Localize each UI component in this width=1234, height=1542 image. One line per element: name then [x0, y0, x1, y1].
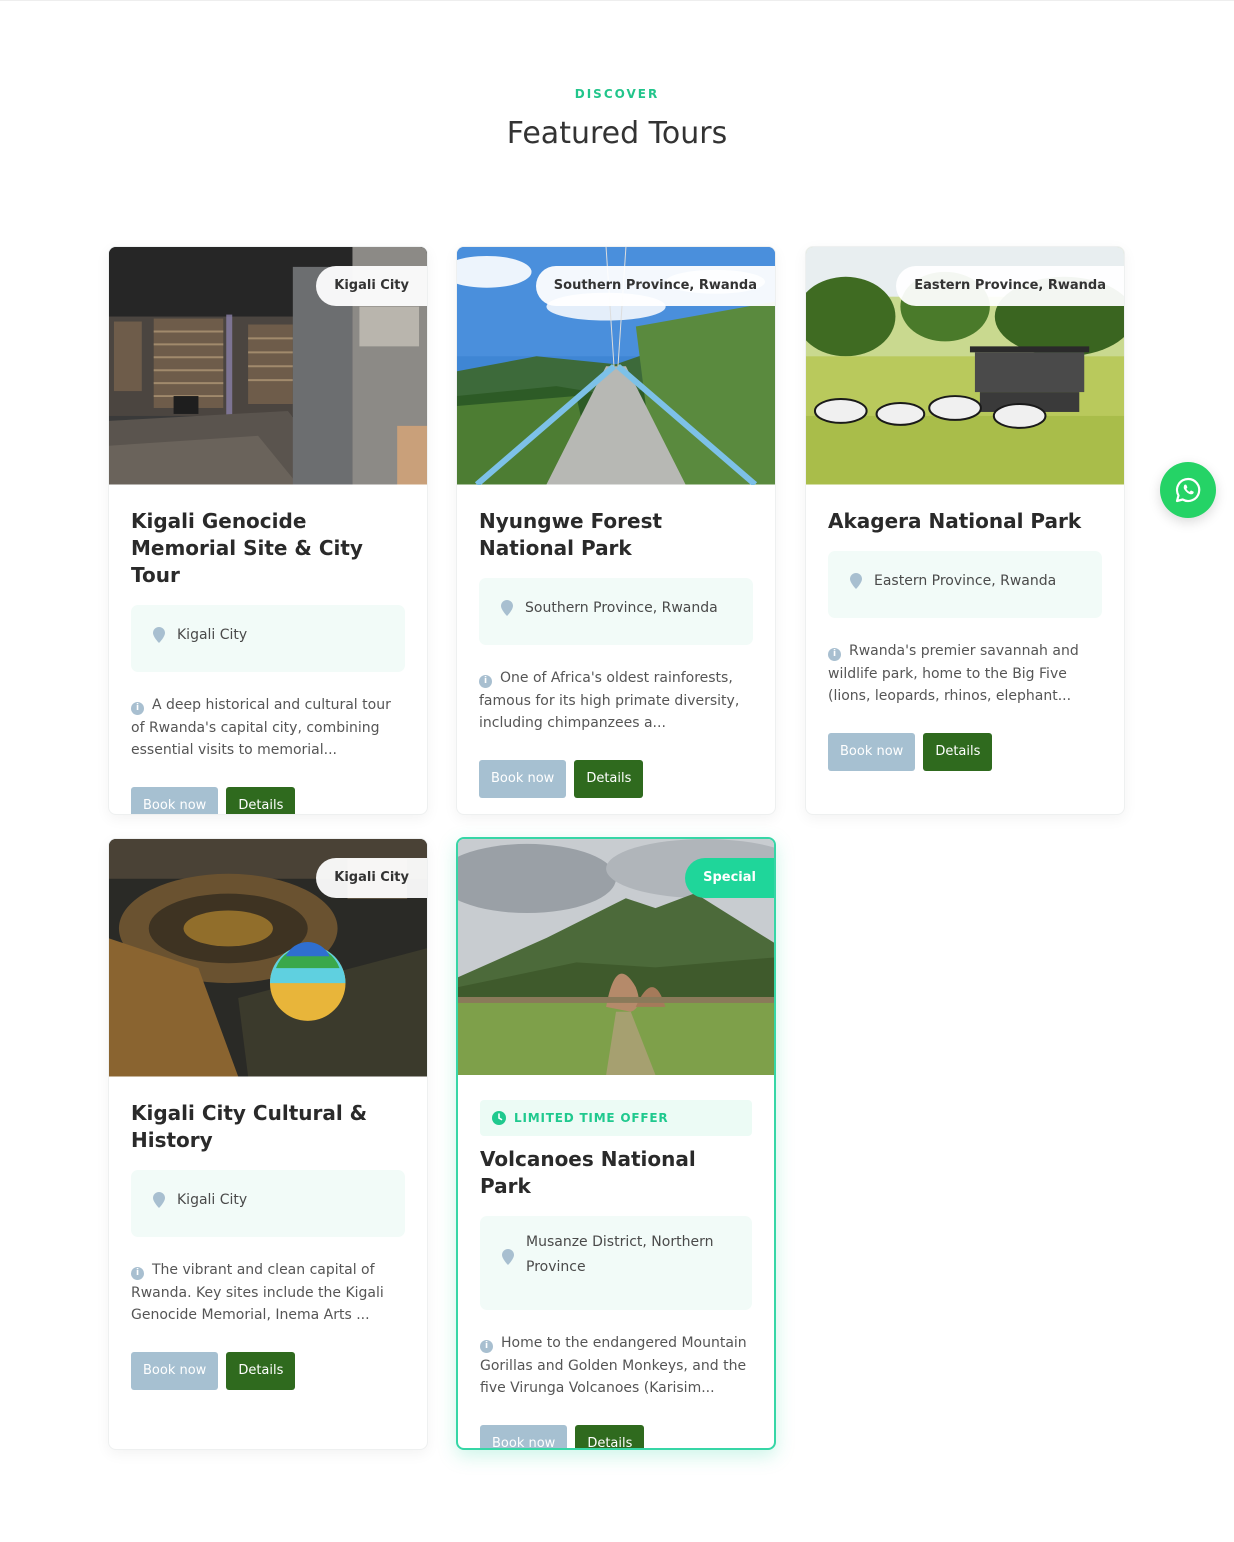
map-pin-icon	[501, 600, 513, 616]
tour-title[interactable]: Volcanoes National Park	[480, 1146, 752, 1200]
tour-image[interactable]: Southern Province, Rwanda	[457, 247, 775, 486]
special-badge: Special	[685, 858, 774, 898]
tour-card-akagera: Eastern Province, Rwanda Akagera Nationa…	[805, 246, 1125, 815]
tour-image[interactable]: Kigali City	[109, 247, 427, 486]
info-icon: i	[480, 1340, 493, 1353]
info-icon: i	[131, 1267, 144, 1280]
book-now-button[interactable]: Book now	[131, 1351, 219, 1390]
location-box: Kigali City	[131, 605, 405, 672]
details-button[interactable]: Details	[226, 786, 296, 814]
tour-card-kigali-cultural: Kigali City Kigali City Cultural & Histo…	[108, 838, 428, 1450]
tour-description: i One of Africa's oldest rainforests, fam…	[479, 670, 740, 731]
info-icon: i	[479, 675, 492, 688]
details-button[interactable]: Details	[923, 732, 993, 771]
location-text: Musanze District, Northern Province	[526, 1234, 714, 1275]
info-icon: i	[131, 702, 144, 715]
location-text: Kigali City	[177, 627, 248, 643]
details-button[interactable]: Details	[574, 759, 644, 798]
tour-card-kigali-memorial: Kigali City Kigali Genocide Memorial Sit…	[108, 246, 428, 815]
section-title: Featured Tours	[506, 116, 728, 151]
tour-image[interactable]: Kigali City	[109, 839, 427, 1078]
whatsapp-chat-button[interactable]	[1160, 462, 1216, 518]
tour-title[interactable]: Kigali City Cultural & History	[131, 1100, 405, 1154]
location-tag: Kigali City	[316, 858, 427, 898]
location-tag: Eastern Province, Rwanda	[896, 266, 1124, 306]
location-text: Kigali City	[177, 1192, 248, 1208]
offer-label: LIMITED TIME OFFER	[514, 1111, 669, 1125]
whatsapp-icon	[1175, 477, 1201, 503]
tour-description: i Home to the endangered Mountain Gorilla…	[480, 1335, 747, 1396]
tour-description: i Rwanda's premier savannah and wildlife …	[828, 643, 1079, 704]
location-text: Eastern Province, Rwanda	[874, 573, 1057, 589]
location-box: Southern Province, Rwanda	[479, 578, 753, 645]
tour-card-nyungwe: Southern Province, Rwanda Nyungwe Forest…	[456, 246, 776, 815]
location-text: Southern Province, Rwanda	[525, 600, 718, 616]
map-pin-icon	[153, 627, 165, 643]
tour-title[interactable]: Nyungwe Forest National Park	[479, 508, 753, 562]
book-now-button[interactable]: Book now	[828, 732, 916, 771]
tour-title[interactable]: Akagera National Park	[828, 508, 1102, 535]
clock-icon	[492, 1111, 506, 1125]
location-box: Kigali City	[131, 1170, 405, 1237]
location-tag: Kigali City	[316, 266, 427, 306]
tour-image[interactable]: Eastern Province, Rwanda	[806, 247, 1124, 486]
map-pin-icon	[850, 573, 862, 589]
map-pin-icon	[153, 1192, 165, 1208]
tour-description: iA deep historical and cultural tour of …	[131, 697, 391, 758]
info-icon: i	[828, 648, 841, 661]
tour-card-volcanoes: Special LIMITED TIME OFFER Volcanoes Nat…	[456, 837, 776, 1450]
section-eyebrow: DISCOVER	[574, 87, 660, 101]
details-button[interactable]: Details	[226, 1351, 296, 1390]
location-tag: Southern Province, Rwanda	[535, 266, 775, 306]
details-button[interactable]: Details	[575, 1424, 645, 1448]
location-box: Musanze District, Northern Province	[480, 1216, 752, 1310]
header-divider	[0, 0, 1234, 1]
location-box: Eastern Province, Rwanda	[828, 551, 1102, 618]
book-now-button[interactable]: Book now	[131, 786, 219, 814]
book-now-button[interactable]: Book now	[480, 1424, 568, 1448]
tour-image[interactable]: Special	[458, 839, 774, 1078]
tour-description: i The vibrant and clean capital of Rwanda…	[131, 1262, 384, 1323]
map-pin-icon	[502, 1249, 514, 1265]
limited-offer-banner: LIMITED TIME OFFER	[480, 1100, 752, 1136]
tour-title[interactable]: Kigali Genocide Memorial Site & City Tou…	[131, 508, 405, 589]
book-now-button[interactable]: Book now	[479, 759, 567, 798]
